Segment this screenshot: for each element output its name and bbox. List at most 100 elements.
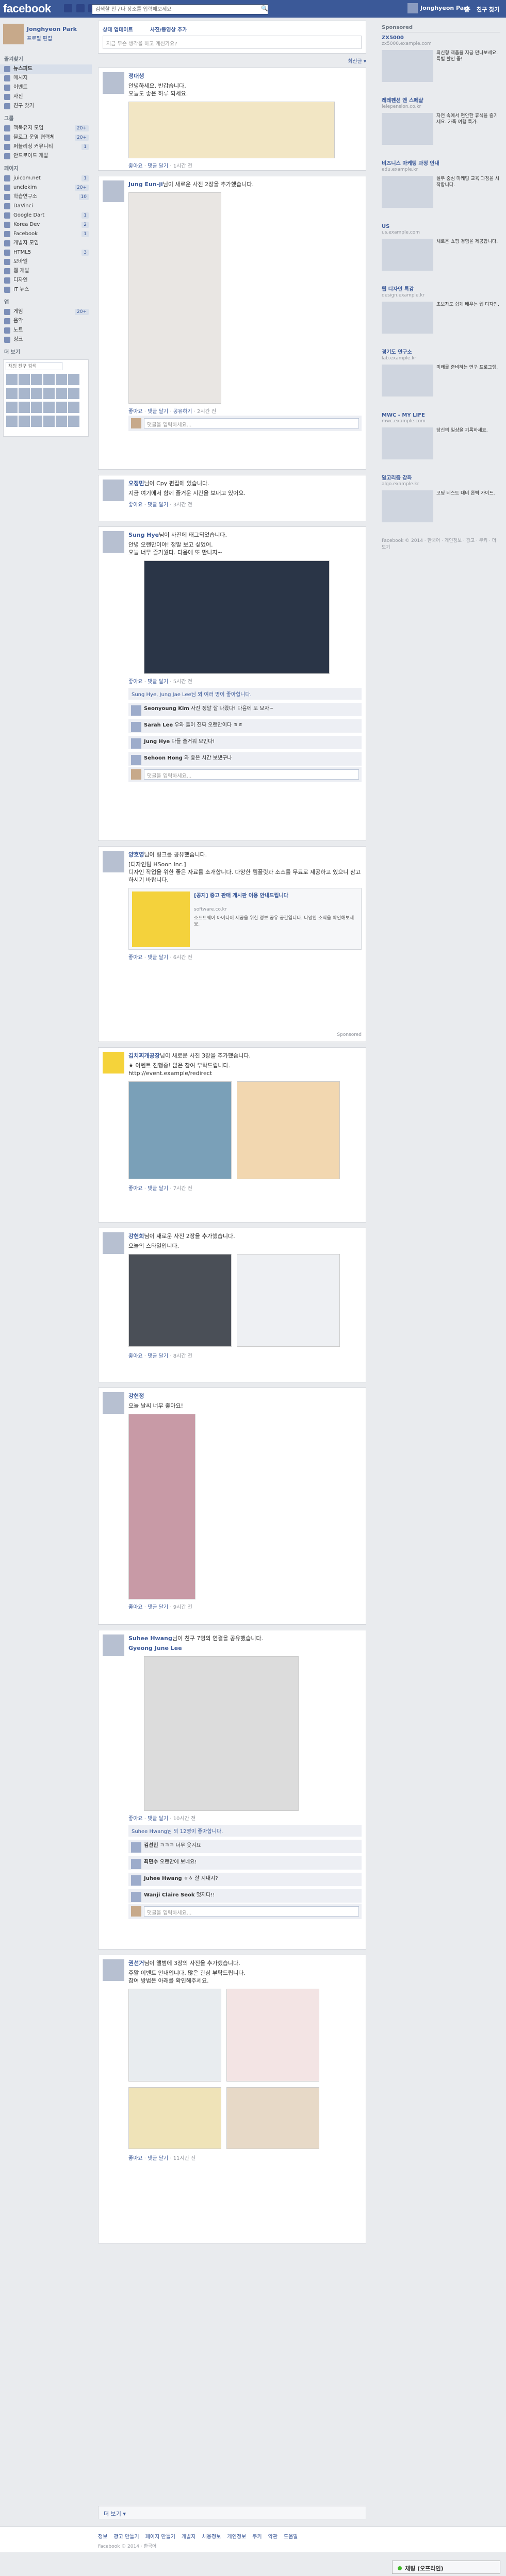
like-link[interactable]: 좋아요 [128,1605,143,1610]
avatar[interactable] [56,402,67,413]
avatar[interactable] [31,388,42,399]
status-input[interactable]: 지금 무슨 생각을 하고 계신가요? [103,36,362,49]
friend-requests-icon[interactable] [64,4,72,12]
groups-item[interactable]: 안드로이드 개발 [0,152,92,161]
avatar[interactable] [31,374,42,385]
story-photo[interactable] [128,1989,221,2082]
like-link[interactable]: 좋아요 [128,502,143,508]
comment-link[interactable]: 댓글 달기 [148,163,168,169]
pages-item[interactable]: HTML5 3 [0,248,92,257]
pages-item[interactable]: 개발자 모임 [0,239,92,248]
like-link[interactable]: 좋아요 [128,955,143,961]
like-summary[interactable]: Suhee Hwang님 외 12명이 좋아합니다. [128,1825,362,1837]
avatar[interactable] [131,722,141,732]
avatar[interactable] [103,1392,124,1414]
like-summary[interactable]: Sung Hye, Jung Jae Lee님 외 여러 명이 좋아합니다. [128,688,362,700]
avatar[interactable] [103,531,124,553]
pages-item[interactable]: juicom.net 1 [0,174,92,183]
messages-icon[interactable] [76,4,85,12]
story-author[interactable]: Sung Hye [128,532,159,538]
share-link[interactable]: 공유하기 [173,409,192,415]
pages-item[interactable]: 학습연구소 10 [0,192,92,202]
comment-input[interactable]: 댓글을 입력하세요... [144,1906,359,1917]
more-title[interactable]: 더 보기 [4,348,92,355]
avatar[interactable] [6,416,18,427]
favorites-item[interactable]: 뉴스피드 [0,64,92,74]
avatar[interactable] [131,1892,141,1902]
ad-unit[interactable]: US us.example.com 새로운 쇼핑 경험을 제공합니다. [382,223,500,281]
footer-link[interactable]: 광고 만들기 [113,2534,139,2540]
groups-item[interactable]: 맥북유저 모임 20+ [0,124,92,133]
ad-unit[interactable]: 웹 디자인 특강 design.example.kr 초보자도 쉽게 배우는 웹 디… [382,286,500,344]
ad-unit[interactable]: 알고리즘 강좌 algo.example.kr 코딩 테스트 대비 완벽 가이드. [382,475,500,533]
avatar[interactable] [131,755,141,765]
story-photo[interactable] [128,1254,232,1347]
pages-item[interactable]: unclekim 20+ [0,183,92,192]
story-author[interactable]: Jung Eun-ji [128,181,163,188]
chat-search-input[interactable] [6,362,62,370]
story-photo[interactable] [128,2087,221,2149]
story-author[interactable]: 강현희 [128,1233,144,1240]
avatar[interactable] [103,1634,124,1656]
photo-tab[interactable]: 사진/동영상 추가 [150,25,187,33]
like-link[interactable]: 좋아요 [128,409,143,415]
story-photo[interactable] [128,102,335,158]
like-link[interactable]: 좋아요 [128,2156,143,2161]
search-icon[interactable]: 🔍 [261,5,268,12]
profile-name[interactable]: Jonghyeon Park [27,26,77,32]
avatar[interactable] [19,402,30,413]
story-photo[interactable] [128,1414,195,1599]
profile-picture[interactable] [3,24,24,44]
comment-link[interactable]: 댓글 달기 [148,502,168,508]
avatar[interactable] [19,388,30,399]
avatar[interactable] [68,374,79,385]
avatar[interactable] [43,416,55,427]
comment-link[interactable]: 댓글 달기 [148,2156,168,2161]
story-photo[interactable] [144,560,330,674]
facebook-logo[interactable]: facebook [3,2,51,15]
comment-link[interactable]: 댓글 달기 [148,409,168,415]
avatar[interactable] [103,1959,124,1981]
pages-item[interactable]: Google Dart 1 [0,211,92,220]
story-photo[interactable] [128,1081,232,1179]
like-link[interactable]: 좋아요 [128,163,143,169]
avatar[interactable] [56,388,67,399]
avatar[interactable] [103,851,124,872]
avatar[interactable] [19,416,30,427]
pages-item[interactable]: Facebook 1 [0,229,92,239]
avatar[interactable] [31,416,42,427]
avatar[interactable] [103,480,124,501]
avatar[interactable] [56,416,67,427]
more-stories-button[interactable]: 더 보기 ▾ [98,2506,366,2519]
avatar[interactable] [103,1232,124,1254]
home-link[interactable]: 홈 [464,5,469,13]
avatar[interactable] [131,1859,141,1869]
groups-item[interactable]: 블로그 운영 협력체 20+ [0,133,92,142]
story-photo[interactable] [236,1081,340,1179]
comment-link[interactable]: 댓글 달기 [148,1816,168,1822]
footer-link[interactable]: 개인정보 [227,2534,246,2540]
comment-link[interactable]: 댓글 달기 [148,1605,168,1610]
profile-edit-link[interactable]: 프로필 편집 [27,34,52,42]
apps-item[interactable]: 노트 [0,326,92,335]
story-author[interactable]: 정대생 [128,73,144,79]
comment-link[interactable]: 댓글 달기 [148,679,168,685]
find-friends-link[interactable]: 친구 찾기 [477,5,499,13]
like-link[interactable]: 좋아요 [128,679,143,685]
story-photo[interactable] [226,1989,319,2082]
avatar[interactable] [68,416,79,427]
avatar[interactable] [6,402,18,413]
avatar[interactable] [131,705,141,716]
favorites-item[interactable]: 이벤트 [0,83,92,92]
footer-link[interactable]: 정보 [98,2534,107,2540]
story-photo[interactable] [236,1254,340,1347]
top-user[interactable]: Jonghyeon Park [407,3,470,13]
avatar[interactable] [6,374,18,385]
story-photo[interactable] [128,192,221,404]
ad-unit[interactable]: 경기도 연구소 lab.example.kr 미래를 준비하는 연구 프로그램. [382,349,500,407]
like-link[interactable]: 좋아요 [128,1186,143,1192]
footer-link[interactable]: 채용정보 [202,2534,221,2540]
favorites-item[interactable]: 사진 [0,92,92,102]
story-author[interactable]: 오정민 [128,480,144,487]
status-tab[interactable]: 상태 업데이트 [103,25,133,33]
